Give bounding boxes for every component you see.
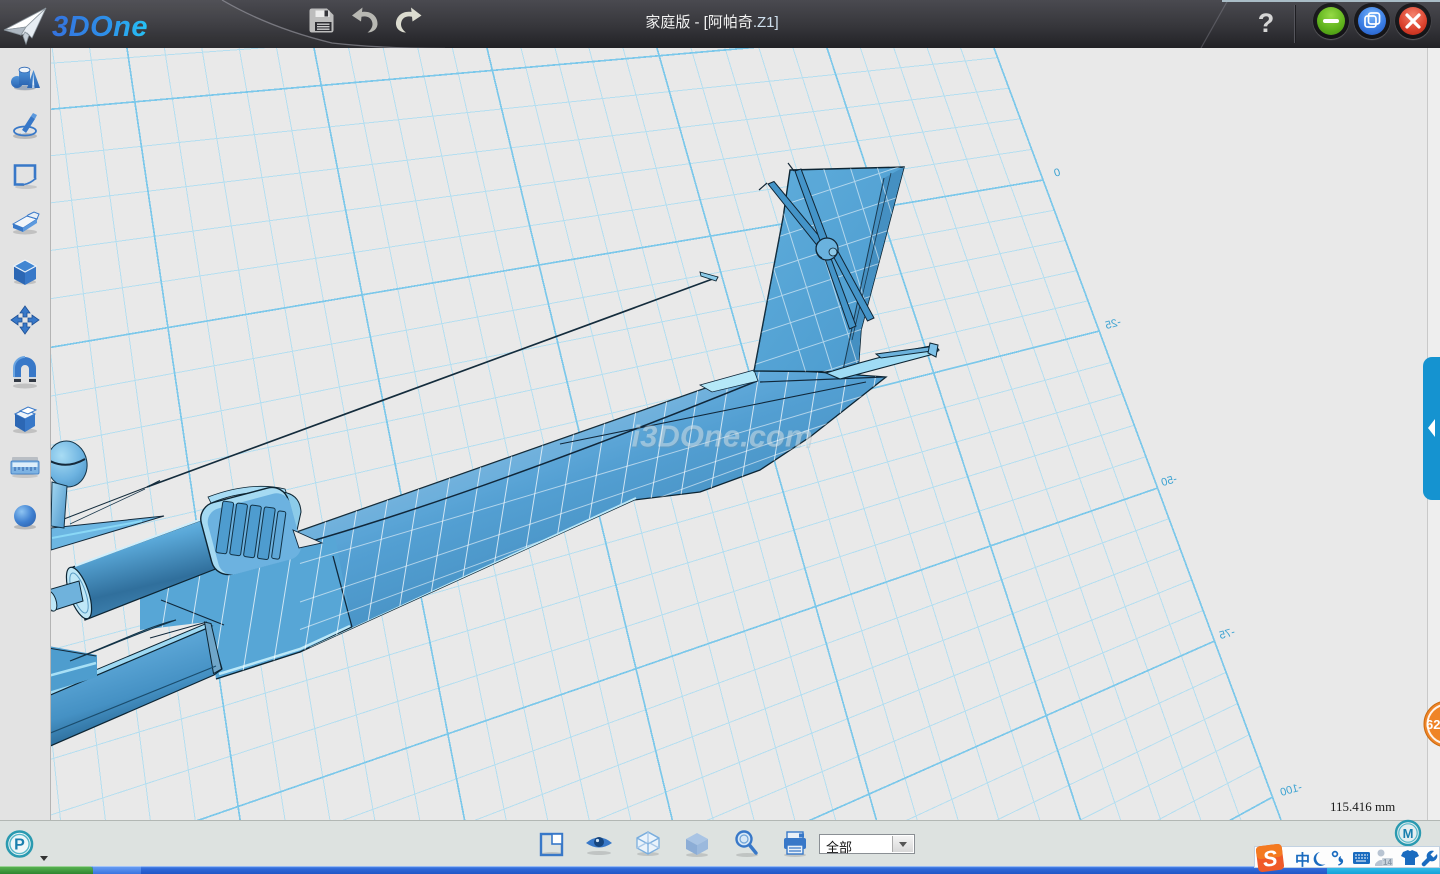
svg-text:0: 0	[1053, 167, 1062, 180]
svg-text:14: 14	[1383, 858, 1392, 867]
svg-text:中: 中	[1295, 851, 1310, 869]
svg-text:-75: -75	[1218, 626, 1237, 642]
svg-text:-25: -25	[1104, 316, 1123, 332]
svg-text:M: M	[1403, 826, 1414, 841]
svg-text:62: 62	[1426, 717, 1440, 732]
svg-text:i3DOne.com: i3DOne.com	[632, 419, 813, 454]
svg-text:家庭版 - [阿帕奇.Z1]: 家庭版 - [阿帕奇.Z1]	[645, 14, 778, 31]
svg-text:P: P	[14, 837, 25, 854]
svg-text:-50: -50	[1160, 473, 1179, 489]
svg-text:-100: -100	[1279, 781, 1303, 799]
svg-text:3DOne: 3DOne	[52, 11, 148, 43]
svg-text:?: ?	[1258, 8, 1275, 38]
